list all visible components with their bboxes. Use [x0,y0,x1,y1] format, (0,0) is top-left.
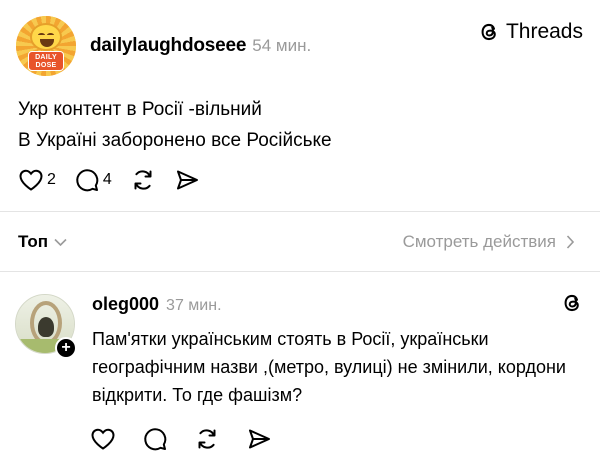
reply-button[interactable]: 4 [74,167,112,193]
avatar-badge-text: DAILY DOSE [28,51,64,71]
reply-repost-button[interactable] [194,426,220,452]
reply-share-button[interactable] [246,426,272,452]
like-count: 2 [47,171,56,188]
reply-actions [90,425,298,453]
reply-time: 37 мин. [166,297,222,314]
reply-threads-link[interactable] [561,292,583,319]
reply-like-button[interactable] [90,427,116,451]
threads-post-page: DAILY DOSE dailylaughdoseee 54 мин. Thre… [0,0,600,467]
repost-icon [198,429,216,449]
sort-label: Топ [18,232,48,251]
post-body: Укр контент в Росії -вільний В Україні з… [18,94,578,156]
share-button[interactable] [174,167,200,193]
repost-icon [134,170,152,190]
threads-logo-icon [564,294,579,312]
divider [0,211,600,212]
follow-plus-button[interactable]: + [55,337,77,359]
post-actions: 2 4 [18,166,218,194]
open-in-threads-link[interactable]: Threads [478,20,583,44]
chevron-down-icon [54,238,67,246]
author-avatar[interactable]: DAILY DOSE [16,16,76,76]
post-time: 54 мин. [252,36,312,55]
repost-button[interactable] [130,167,156,193]
post-text-line: В Україні заборонено все Російське [18,130,332,151]
comment-icon [76,169,99,192]
heart-icon [19,169,43,191]
post-author[interactable]: dailylaughdoseee [90,35,246,57]
share-icon [176,170,198,190]
threads-label: Threads [505,20,583,43]
heart-icon [91,428,115,450]
reply-count: 4 [102,171,112,188]
sort-dropdown[interactable]: Топ [18,232,67,252]
view-activity-label: Смотреть действия [402,232,556,251]
chevron-right-icon [566,235,574,249]
view-activity-link[interactable]: Смотреть действия [403,232,574,252]
share-icon [249,429,270,449]
reply-author[interactable]: oleg000 [92,294,159,315]
post-text-line: Укр контент в Росії -вільний [18,99,262,120]
threads-logo-icon [481,23,496,41]
reply-comment-button[interactable] [142,426,168,452]
comment-icon [144,428,167,451]
like-button[interactable]: 2 [18,168,56,192]
reply-body: Пам'ятки українським стоять в Росії, укр… [92,329,566,405]
reply-header: oleg000 37 мин. [92,294,222,315]
divider [0,271,600,272]
